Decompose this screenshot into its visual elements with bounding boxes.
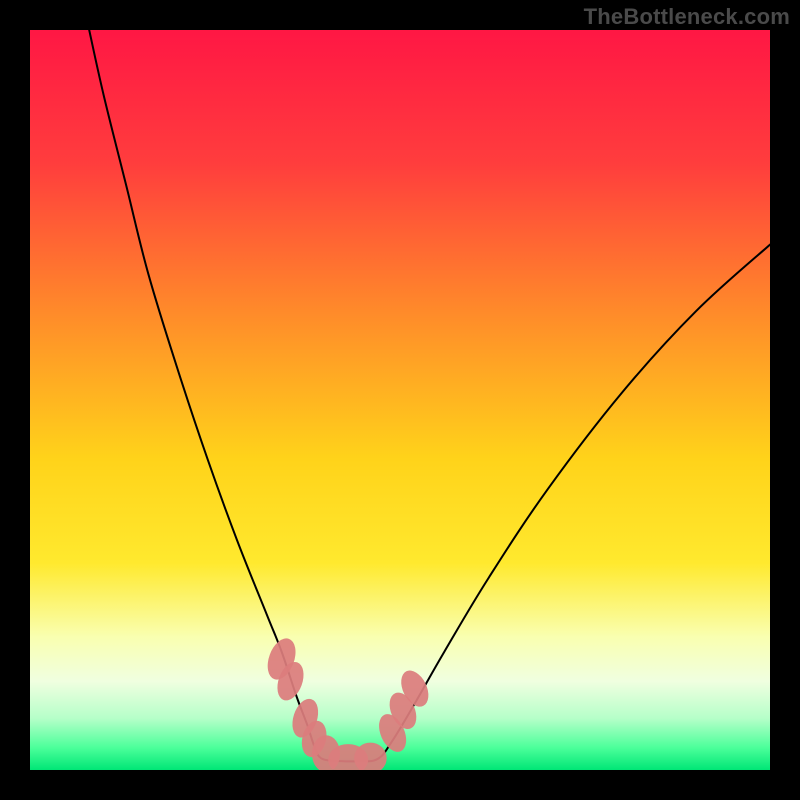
plot-background: [30, 30, 770, 770]
plot-container: [30, 30, 770, 770]
bottleneck-chart: [30, 30, 770, 770]
watermark-text: TheBottleneck.com: [584, 4, 790, 30]
chart-frame: TheBottleneck.com: [0, 0, 800, 800]
